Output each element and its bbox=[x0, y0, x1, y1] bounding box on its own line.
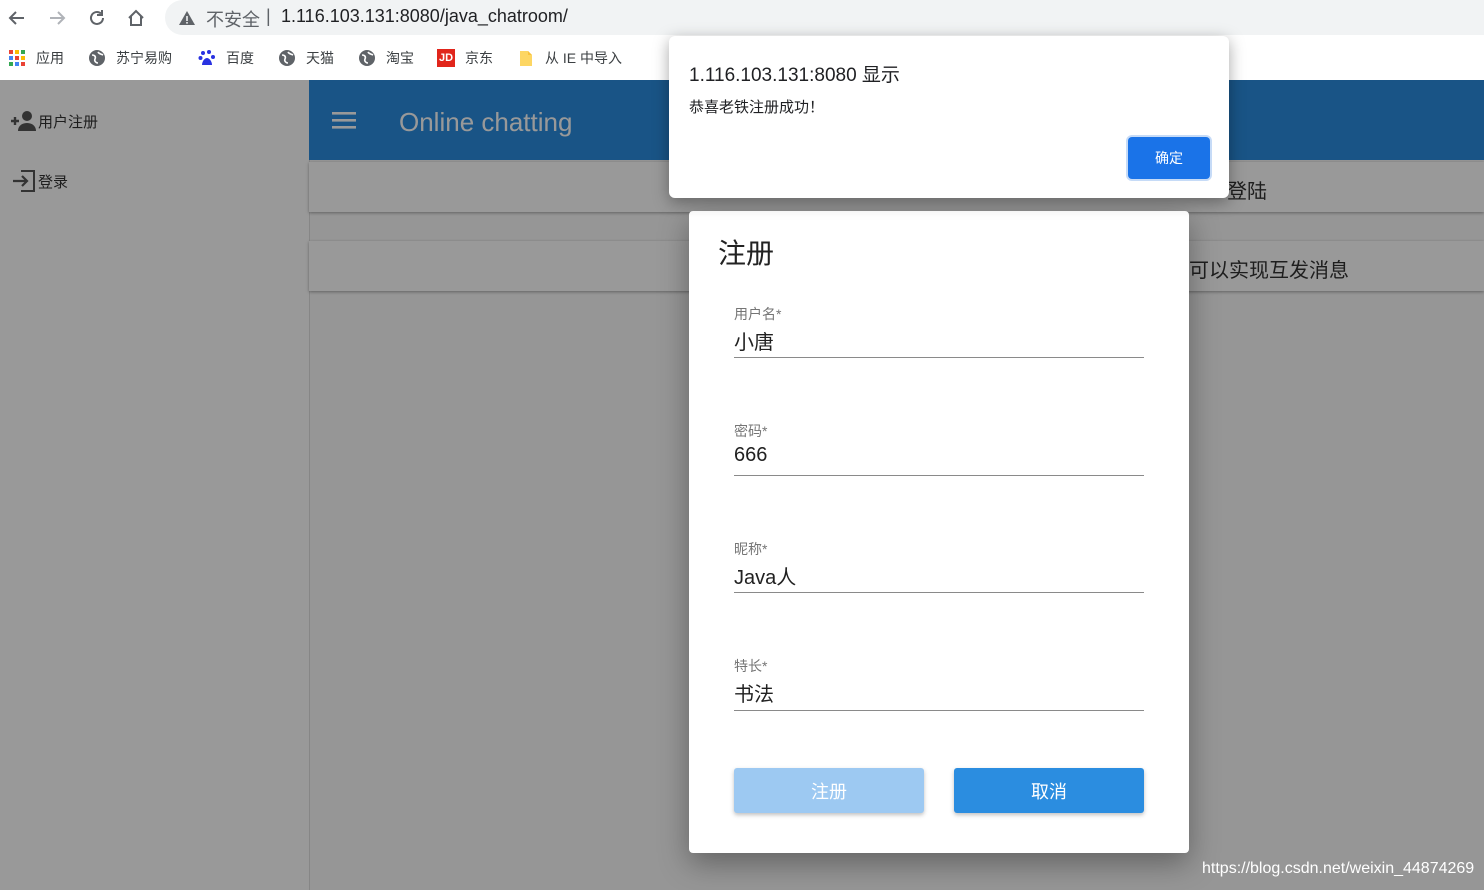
bookmark-label: 应用 bbox=[36, 50, 64, 66]
username-label: 用户名* bbox=[734, 306, 782, 322]
bookmark-ie-import[interactable]: 从 IE 中导入 bbox=[517, 46, 622, 70]
home-button[interactable] bbox=[124, 6, 148, 30]
apps-grid-icon bbox=[8, 49, 26, 67]
password-underline bbox=[734, 475, 1144, 476]
arrow-left-icon bbox=[8, 11, 24, 25]
alert-message: 恭喜老铁注册成功！ bbox=[689, 99, 825, 116]
bookmark-baidu[interactable]: 百度 bbox=[198, 46, 254, 70]
warning-triangle-icon bbox=[179, 11, 195, 25]
forward-button[interactable] bbox=[45, 6, 69, 30]
globe-icon bbox=[88, 49, 106, 67]
bookmark-taobao[interactable]: 淘宝 bbox=[358, 46, 414, 70]
home-icon bbox=[128, 9, 144, 26]
alert-ok-button[interactable]: 确定 bbox=[1128, 137, 1210, 179]
folder-icon bbox=[517, 49, 535, 67]
username-field[interactable]: 小唐 bbox=[734, 326, 774, 355]
url-separator: | bbox=[266, 6, 271, 26]
nickname-label: 昵称* bbox=[734, 541, 768, 557]
bookmark-label: 百度 bbox=[226, 50, 254, 66]
bookmark-label: 从 IE 中导入 bbox=[545, 50, 623, 66]
bookmark-suning[interactable]: 苏宁易购 bbox=[88, 46, 172, 70]
jd-logo-icon: JD bbox=[437, 49, 455, 67]
cancel-button[interactable]: 取消 bbox=[954, 768, 1144, 813]
specialty-field[interactable]: 书法 bbox=[734, 678, 774, 707]
nickname-underline bbox=[734, 592, 1144, 593]
baidu-paw-icon bbox=[198, 49, 216, 67]
bookmark-apps[interactable]: 应用 bbox=[8, 46, 64, 70]
specialty-underline bbox=[734, 710, 1144, 711]
password-label: 密码* bbox=[734, 423, 768, 439]
bookmark-label: 京东 bbox=[465, 50, 493, 66]
url-text[interactable]: 1.116.103.131:8080/java_chatroom/ bbox=[281, 6, 568, 27]
bookmark-jd[interactable]: JD 京东 bbox=[437, 46, 493, 70]
watermark: https://blog.csdn.net/weixin_44874269 bbox=[1202, 860, 1475, 877]
back-button[interactable] bbox=[5, 6, 29, 30]
bookmark-label: 苏宁易购 bbox=[116, 50, 172, 66]
password-field[interactable]: 666 bbox=[734, 444, 767, 467]
register-button[interactable]: 注册 bbox=[734, 768, 924, 813]
browser-toolbar: 不安全 | 1.116.103.131:8080/java_chatroom/ bbox=[0, 0, 1484, 36]
reload-button[interactable] bbox=[85, 6, 109, 30]
reload-icon bbox=[90, 10, 104, 25]
dialog-title: 注册 bbox=[718, 238, 775, 269]
username-underline bbox=[734, 357, 1144, 358]
globe-icon bbox=[358, 49, 376, 67]
nickname-field[interactable]: Java人 bbox=[734, 561, 796, 590]
specialty-label: 特长* bbox=[734, 658, 768, 674]
globe-icon bbox=[278, 49, 296, 67]
arrow-right-icon bbox=[50, 11, 66, 25]
bookmark-label: 淘宝 bbox=[386, 50, 414, 66]
alert-title: 1.116.103.131:8080 显示 bbox=[689, 65, 900, 86]
security-status[interactable]: 不安全 bbox=[206, 6, 260, 32]
bookmark-label: 天猫 bbox=[306, 50, 334, 66]
bookmark-tmall[interactable]: 天猫 bbox=[278, 46, 334, 70]
